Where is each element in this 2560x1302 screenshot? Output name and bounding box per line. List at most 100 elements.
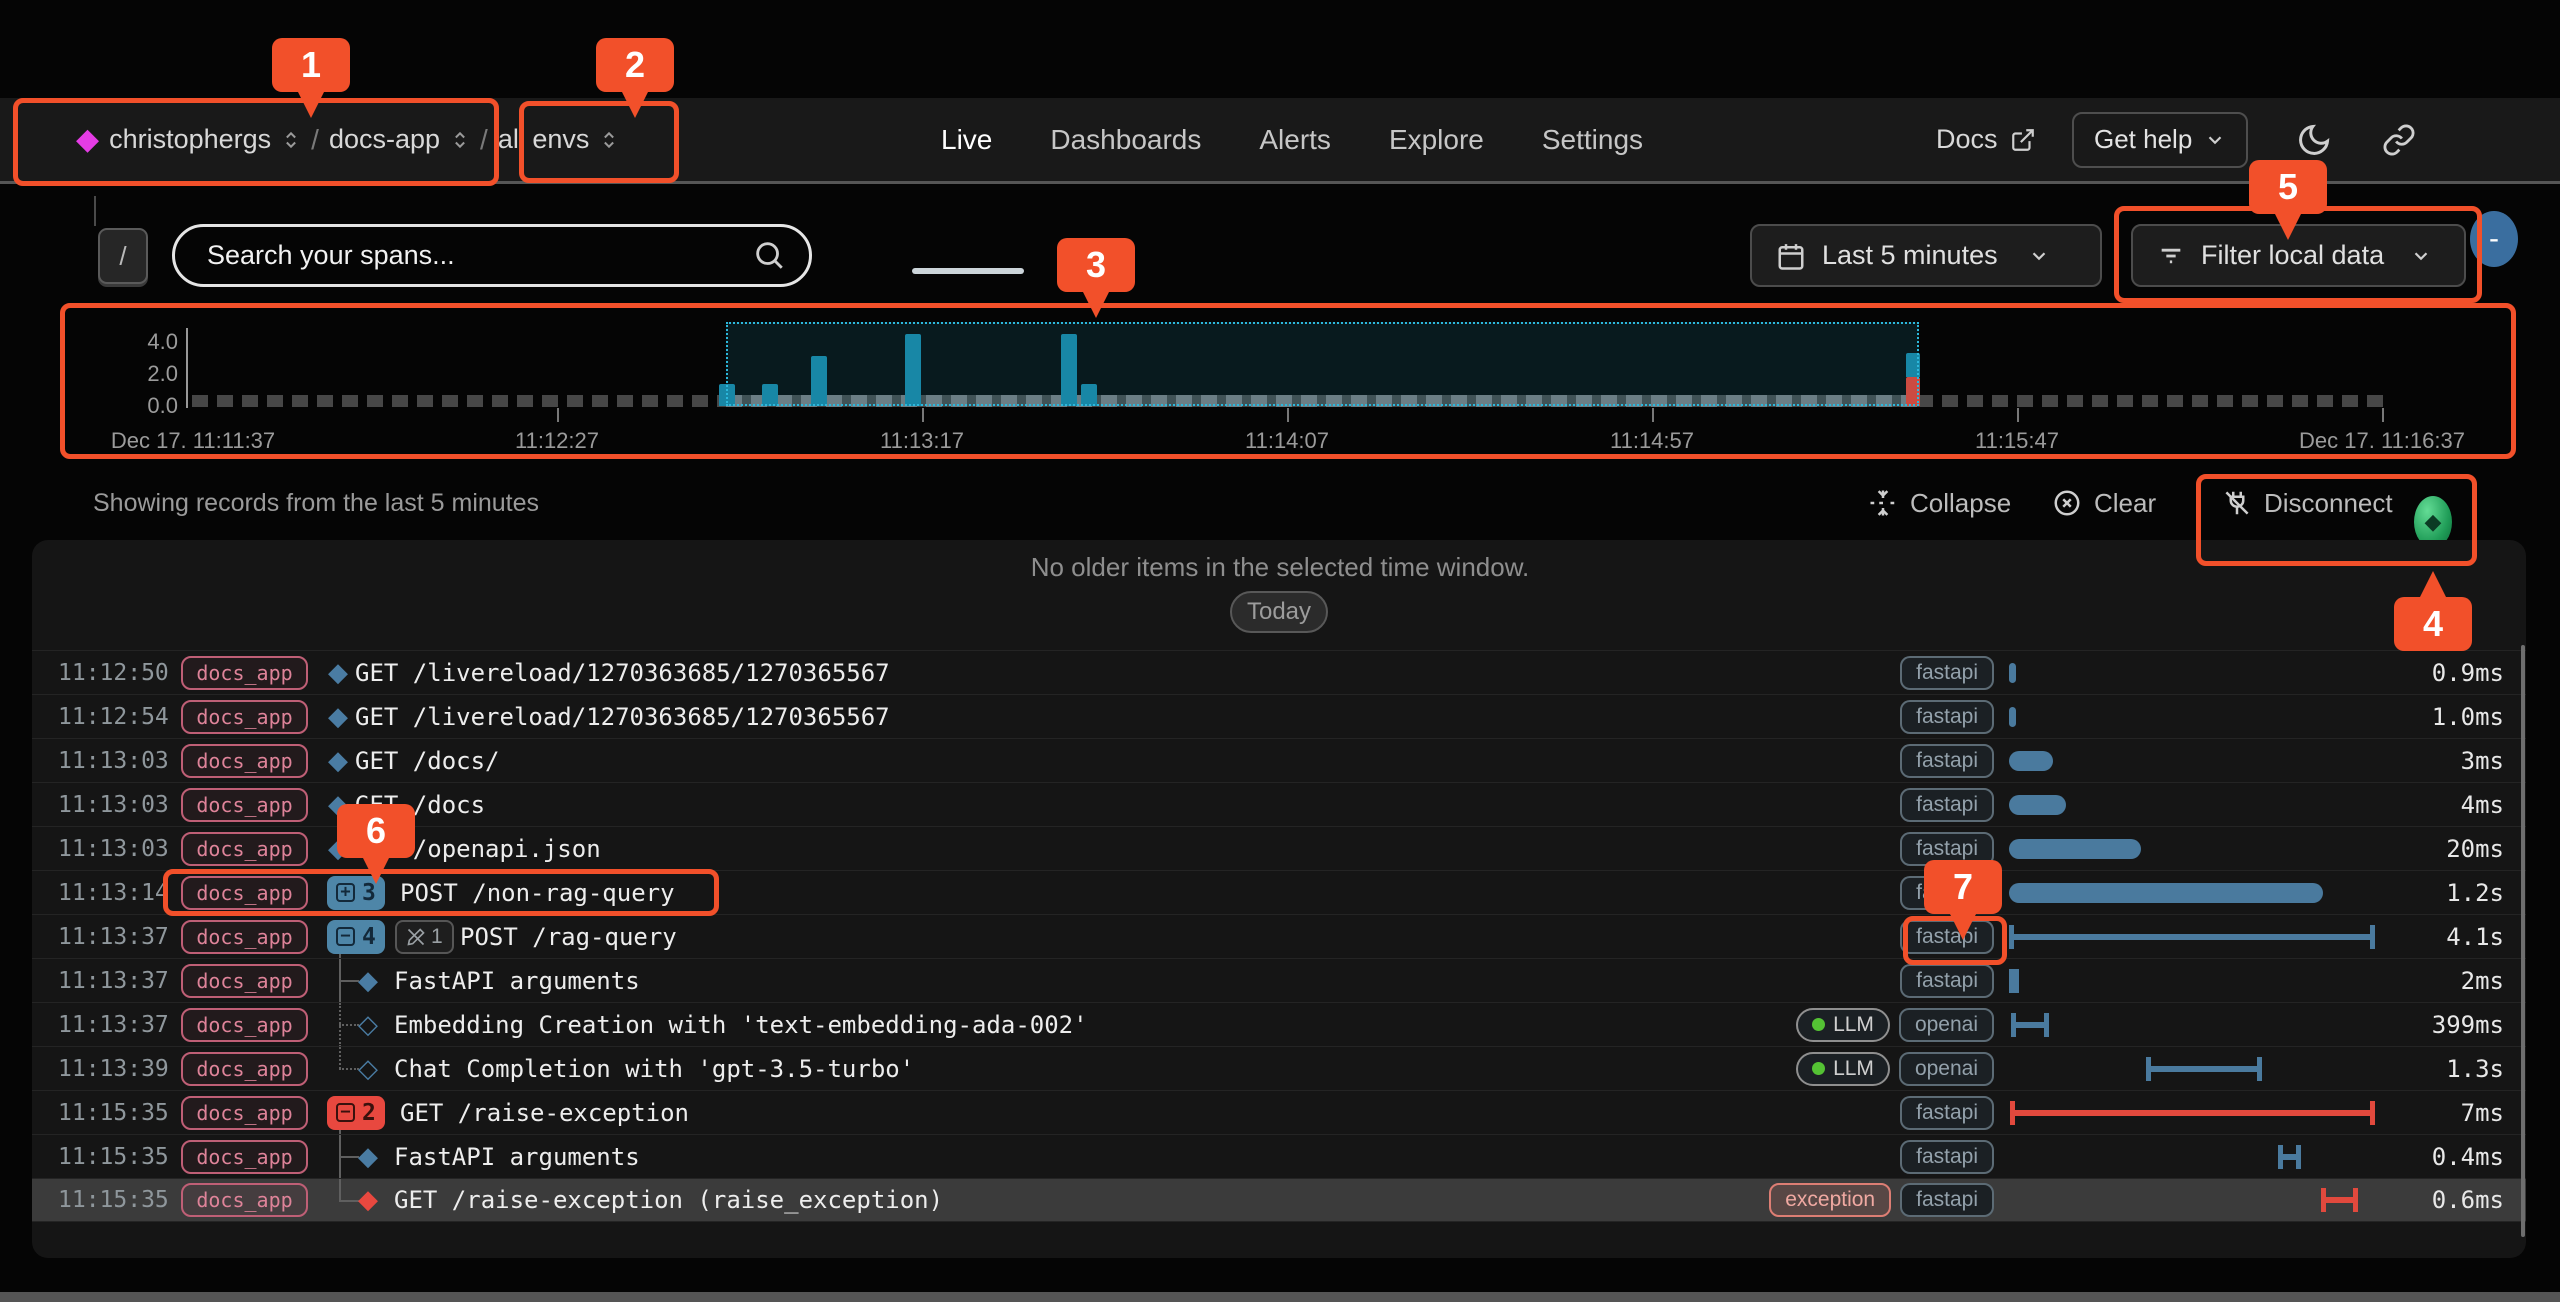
disconnect-button[interactable]: Disconnect bbox=[2222, 478, 2393, 528]
tag-fastapi: fastapi bbox=[1900, 1183, 1994, 1217]
collapse-icon bbox=[1868, 488, 1898, 518]
tree-line bbox=[339, 1047, 341, 1069]
collapse-button[interactable]: Collapse bbox=[1868, 478, 2011, 528]
span-kind-icon: ◆ bbox=[328, 658, 348, 684]
row-tags: fastapi bbox=[1900, 1140, 1994, 1174]
span-kind-icon: ◆ bbox=[358, 1186, 378, 1212]
row-timestamp: 11:13:14 bbox=[58, 880, 169, 906]
tab-live[interactable]: Live bbox=[941, 124, 992, 156]
duration-bar bbox=[2009, 883, 2323, 903]
x-tick-mark bbox=[557, 408, 559, 422]
tag-openai: openai bbox=[1899, 1052, 1994, 1086]
tag-fastapi: fastapi bbox=[1900, 700, 1994, 734]
date-chip[interactable]: Today bbox=[1230, 591, 1328, 633]
unplug-icon bbox=[2222, 488, 2252, 518]
breadcrumb-separator: / bbox=[480, 124, 488, 156]
callout-badge-4: 4 bbox=[2394, 597, 2472, 651]
span-duration: 0.9ms bbox=[2432, 659, 2504, 687]
span-name: GET /livereload/1270363685/1270365567 bbox=[355, 703, 890, 731]
span-name: FastAPI arguments bbox=[394, 1143, 640, 1171]
tab-explore[interactable]: Explore bbox=[1389, 124, 1484, 156]
x-tick-label: 11:15:47 bbox=[1975, 428, 2059, 454]
service-tag: docs_app bbox=[181, 656, 308, 690]
duration-bar bbox=[2009, 707, 2016, 727]
time-range-label: Last 5 minutes bbox=[1822, 240, 1998, 271]
scrollbar[interactable] bbox=[2521, 645, 2525, 1237]
org-diamond-icon: ◆ bbox=[76, 125, 99, 155]
llm-status-dot bbox=[1812, 1018, 1825, 1031]
empty-notice: No older items in the selected time wind… bbox=[0, 552, 2560, 583]
table-row[interactable]: 11:12:50 docs_app ◆ GET /livereload/1270… bbox=[32, 650, 2526, 694]
logfire-live-view: ◆ christophergs / docs-app / all envs Li… bbox=[0, 0, 2560, 1302]
docs-link[interactable]: Docs bbox=[1936, 98, 2036, 181]
tag-llm: LLM bbox=[1796, 1008, 1890, 1042]
row-tags: exceptionfastapi bbox=[1769, 1183, 1994, 1217]
search-icon[interactable] bbox=[752, 238, 786, 272]
moon-icon bbox=[2296, 122, 2332, 158]
service-tag: docs_app bbox=[181, 876, 308, 910]
x-tick-label: 11:12:27 bbox=[515, 428, 599, 454]
chevron-down-icon bbox=[2028, 245, 2050, 267]
span-duration: 3ms bbox=[2461, 747, 2504, 775]
hidden-annotations-badge[interactable]: 1 bbox=[395, 920, 454, 954]
span-name: GET /docs/ bbox=[355, 747, 500, 775]
chevrons-up-down-icon[interactable] bbox=[281, 130, 301, 150]
tag-fastapi: fastapi bbox=[1900, 656, 1994, 690]
row-timestamp: 11:13:03 bbox=[58, 836, 169, 862]
table-row[interactable]: 11:13:37 docs_app ◇ Embedding Creation w… bbox=[32, 1002, 2526, 1046]
row-timestamp: 11:15:35 bbox=[58, 1100, 169, 1126]
duration-bar bbox=[2009, 663, 2016, 683]
duration-bar bbox=[2278, 1145, 2301, 1169]
table-row[interactable]: 11:12:54 docs_app ◆ GET /livereload/1270… bbox=[32, 694, 2526, 738]
span-kind-icon: ◇ bbox=[358, 1054, 378, 1080]
row-tags: LLMopenai bbox=[1796, 1052, 1994, 1086]
get-help-button[interactable]: Get help bbox=[2072, 112, 2248, 168]
breadcrumb-org[interactable]: christophergs bbox=[109, 124, 271, 155]
x-tick-label: 11:13:17 bbox=[880, 428, 964, 454]
span-name: GET /raise-exception bbox=[400, 1099, 689, 1127]
table-row[interactable]: 11:13:37 docs_app ◆ FastAPI arguments fa… bbox=[32, 958, 2526, 1002]
duration-bar bbox=[2009, 839, 2141, 859]
service-tag: docs_app bbox=[181, 1183, 308, 1217]
table-row[interactable]: 11:15:35 docs_app ◆ GET /raise-exception… bbox=[32, 1178, 2526, 1222]
external-link-icon bbox=[2010, 127, 2036, 153]
table-row[interactable]: 11:15:35 docs_app ◆ FastAPI arguments fa… bbox=[32, 1134, 2526, 1178]
filter-label: Filter local data bbox=[2201, 240, 2384, 271]
x-tick-mark bbox=[2017, 408, 2019, 422]
service-tag: docs_app bbox=[181, 832, 308, 866]
divider bbox=[94, 196, 96, 226]
tag-openai: openai bbox=[1899, 1008, 1994, 1042]
row-timestamp: 11:12:50 bbox=[58, 660, 169, 686]
time-range-dropdown[interactable]: Last 5 minutes bbox=[1750, 224, 2102, 287]
tag-fastapi: fastapi bbox=[1900, 1096, 1994, 1130]
service-tag: docs_app bbox=[181, 1140, 308, 1174]
tab-settings[interactable]: Settings bbox=[1542, 124, 1643, 156]
tab-alerts[interactable]: Alerts bbox=[1259, 124, 1331, 156]
chevrons-up-down-icon[interactable] bbox=[450, 130, 470, 150]
tab-dashboards[interactable]: Dashboards bbox=[1050, 124, 1201, 156]
row-timestamp: 11:13:37 bbox=[58, 924, 169, 950]
clear-label: Clear bbox=[2094, 488, 2156, 519]
row-timestamp: 11:13:37 bbox=[58, 1012, 169, 1038]
breadcrumb-project[interactable]: docs-app bbox=[329, 124, 440, 155]
children-count-badge[interactable]: −4 bbox=[327, 920, 385, 954]
tag-fastapi: fastapi bbox=[1900, 1140, 1994, 1174]
children-count-badge[interactable]: −2 bbox=[327, 1096, 385, 1130]
docs-label: Docs bbox=[1936, 124, 1998, 155]
filter-icon bbox=[2157, 242, 2185, 270]
clear-button[interactable]: Clear bbox=[2052, 478, 2156, 528]
top-nav: ◆ christophergs / docs-app / all envs Li… bbox=[0, 98, 2560, 184]
search-input[interactable] bbox=[172, 224, 812, 287]
share-link-button[interactable] bbox=[2382, 98, 2416, 181]
link-icon bbox=[2382, 123, 2416, 157]
x-tick-mark bbox=[922, 408, 924, 422]
table-row[interactable]: 11:13:39 docs_app ◇ Chat Completion with… bbox=[32, 1046, 2526, 1090]
table-row[interactable]: 11:13:37 docs_app −4 1 POST /rag-query f… bbox=[32, 914, 2526, 958]
chevrons-up-down-icon[interactable] bbox=[599, 130, 619, 150]
x-tick-label: 11:14:57 bbox=[1610, 428, 1694, 454]
table-row[interactable]: 11:13:14 docs_app +3 POST /non-rag-query… bbox=[32, 870, 2526, 914]
avatar[interactable]: - bbox=[2470, 211, 2518, 267]
breadcrumb-environment[interactable]: all envs bbox=[498, 124, 590, 155]
table-row[interactable]: 11:13:03 docs_app ◆ GET /docs/ fastapi 3… bbox=[32, 738, 2526, 782]
table-row[interactable]: 11:15:35 docs_app −2 GET /raise-exceptio… bbox=[32, 1090, 2526, 1134]
